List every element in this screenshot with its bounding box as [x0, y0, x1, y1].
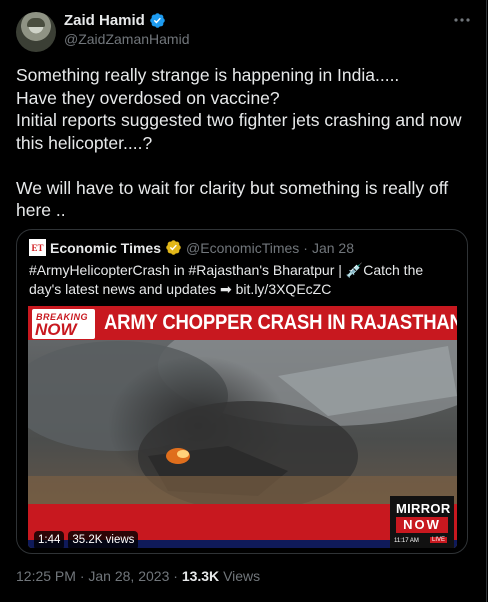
gold-verified-badge-icon: [166, 240, 181, 255]
tweet-line: Something really strange is happening in…: [16, 65, 400, 85]
tweet-line: We will have to wait for clarity but som…: [16, 177, 449, 221]
author-handle[interactable]: @ZaidZamanHamid: [64, 31, 189, 47]
verified-badge-icon: [150, 13, 165, 28]
more-options-icon[interactable]: [453, 14, 471, 24]
video-player[interactable]: BREAKING NOW ARMY CHOPPER CRASH IN RAJAS…: [28, 306, 457, 548]
author-name[interactable]: Zaid Hamid: [64, 12, 145, 29]
tweet-meta: 12:25 PM · Jan 28, 2023 · 13.3K Views: [16, 568, 260, 584]
live-badge: LIVE: [430, 537, 448, 543]
views-label: Views: [223, 568, 261, 584]
more-dots-icon: [454, 18, 470, 22]
tweet-body: Something really strange is happening in…: [16, 64, 476, 222]
video-views: 35.2K views: [68, 531, 139, 548]
breaking-now-badge: BREAKING NOW: [32, 309, 95, 339]
dot-separator: ·: [173, 568, 178, 584]
dot-separator: ·: [79, 568, 85, 584]
views-count[interactable]: 13.3K: [182, 568, 219, 584]
tweet-line: Initial reports suggested two fighter je…: [16, 110, 462, 153]
quoted-tweet-text: #ArmyHelicopterCrash in #Rajasthan's Bha…: [29, 262, 424, 297]
tweet-line: Have they overdosed on vaccine?: [16, 87, 280, 108]
quoted-author-handle: @EconomicTimes: [186, 239, 300, 256]
quoted-tweet-header: ET Economic Times @EconomicTimes · Jan 2…: [29, 239, 354, 256]
avatar-cap-shape: [27, 18, 45, 27]
quoted-author-name: Economic Times: [50, 239, 162, 256]
quoted-tweet[interactable]: ET Economic Times @EconomicTimes · Jan 2…: [16, 229, 468, 554]
mirror-label: MIRROR: [396, 501, 451, 516]
tweet-time[interactable]: 12:25 PM: [16, 568, 76, 584]
tweet-container: Zaid Hamid @ZaidZamanHamid Something rea…: [0, 0, 487, 602]
channel-time: 11:17 AM: [394, 538, 419, 544]
video-info-pills: 1:44 35.2K views: [34, 531, 139, 548]
tweet-date[interactable]: Jan 28, 2023: [88, 568, 169, 584]
dot-separator: ·: [303, 239, 308, 256]
video-duration: 1:44: [34, 531, 65, 548]
economic-times-logo: ET: [29, 239, 46, 256]
author-name-row: Zaid Hamid: [64, 12, 166, 29]
now-label: NOW: [35, 320, 77, 339]
news-headline: ARMY CHOPPER CRASH IN RAJASTHAN: [104, 311, 457, 334]
now-channel-label: NOW: [396, 517, 448, 533]
quoted-date: Jan 28: [311, 239, 355, 256]
profile-avatar[interactable]: [16, 12, 56, 52]
tweet-line-gap: [16, 154, 476, 177]
mirror-now-logo: MIRROR NOW 11:17 AM LIVE: [390, 496, 454, 548]
